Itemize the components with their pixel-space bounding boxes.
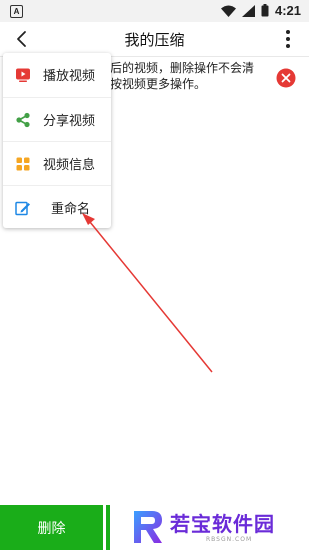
play-video-icon [16,68,30,82]
wifi-icon [220,5,236,17]
notice-text: 后的视频，删除操作不会清 按视频更多操作。 [110,61,255,91]
menu-item-label: 分享视频 [43,114,96,129]
app-notification-icon: A [10,5,23,18]
share-icon [16,112,30,127]
info-grid-icon [16,157,30,170]
battery-icon [261,4,269,17]
menu-item-label: 重命名 [51,202,91,217]
menu-item-play-video[interactable]: 播放视频 [3,53,111,96]
menu-item-label: 播放视频 [43,69,96,84]
secondary-action-strip[interactable] [106,505,110,550]
watermark-logo [134,511,162,543]
menu-item-share-video[interactable]: 分享视频 [3,97,111,141]
menu-item-rename[interactable]: 重命名 [3,185,111,229]
menu-item-video-info[interactable]: 视频信息 [3,141,111,185]
watermark: 若宝软件园 RBSGN.COM [126,505,306,550]
edit-icon [15,201,30,215]
more-options-icon[interactable] [285,28,291,50]
status-bar: A 4:21 [0,0,309,22]
watermark-text: 若宝软件园 [170,512,275,536]
watermark-subtext: RBSGN.COM [206,536,253,543]
delete-button[interactable]: 删除 [0,505,103,550]
video-options-menu: 播放视频 分享视频 视频信息 重命名 [3,53,111,228]
signal-icon [241,4,255,17]
clock: 4:21 [274,3,301,18]
menu-item-label: 视频信息 [43,158,96,173]
page-title: 我的压缩 [124,31,185,49]
system-icons: 4:21 [220,3,301,18]
toolbar: 我的压缩 [0,22,309,57]
close-notice-icon[interactable] [276,68,296,88]
